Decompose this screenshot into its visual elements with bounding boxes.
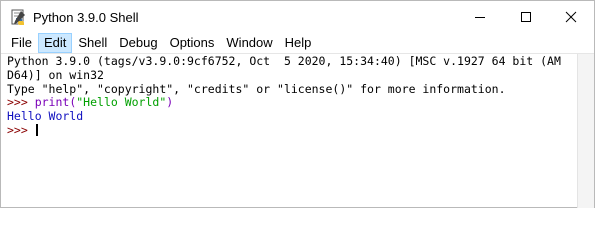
- close-icon: [565, 11, 577, 23]
- vertical-scrollbar[interactable]: [577, 54, 594, 208]
- menu-options[interactable]: Options: [164, 33, 221, 53]
- window-title: Python 3.9.0 Shell: [33, 10, 139, 25]
- title-bar[interactable]: Python 3.9.0 Shell: [1, 1, 594, 33]
- banner-line-3: Type "help", "copyright", "credits" or "…: [7, 81, 506, 96]
- banner-line-2: D64)] on win32: [7, 67, 104, 82]
- command-close: ): [166, 95, 174, 110]
- banner-line-1: Python 3.9.0 (tags/v3.9.0:9cf6752, Oct 5…: [7, 54, 561, 68]
- command-string: "Hello World": [76, 95, 167, 110]
- output-line: Hello World: [7, 109, 84, 124]
- minimize-button[interactable]: [457, 1, 503, 33]
- idle-shell-window: Python 3.9.0 Shell File Edit Shell Debug…: [0, 0, 595, 208]
- maximize-icon: [521, 12, 531, 22]
- command-function: print(: [34, 95, 77, 110]
- shell-prompt-current: >>>: [7, 122, 35, 137]
- menu-window[interactable]: Window: [220, 33, 278, 53]
- menu-edit[interactable]: Edit: [37, 33, 73, 53]
- menu-debug[interactable]: Debug: [113, 33, 163, 53]
- input-line[interactable]: >>>: [7, 122, 575, 138]
- close-button[interactable]: [548, 1, 594, 33]
- menu-shell[interactable]: Shell: [72, 33, 113, 53]
- text-cursor: [35, 123, 38, 136]
- minimize-icon: [475, 17, 485, 18]
- menu-help[interactable]: Help: [279, 33, 318, 53]
- menu-file[interactable]: File: [5, 33, 38, 53]
- command-line: >>> print("Hello World"): [7, 95, 575, 110]
- maximize-button[interactable]: [503, 1, 549, 33]
- shell-text-area[interactable]: Python 3.9.0 (tags/v3.9.0:9cf6752, Oct 5…: [7, 54, 575, 207]
- shell-prompt: >>>: [7, 95, 35, 110]
- python-idle-icon: [11, 9, 25, 25]
- menu-bar: File Edit Shell Debug Options Window Hel…: [1, 33, 594, 53]
